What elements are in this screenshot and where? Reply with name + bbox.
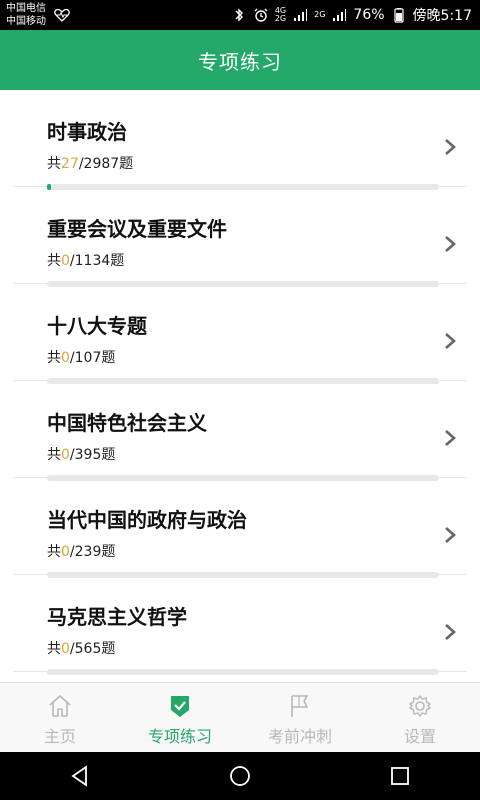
status-bar: 中国电信 中国移动 4G 2G 2G 76% 傍晚5:17 [0, 0, 480, 30]
total-count: /107题 [69, 350, 116, 366]
topic-item[interactable]: 马克思主义哲学 共0/565题 [13, 575, 467, 675]
carrier-labels: 中国电信 中国移动 [6, 2, 46, 28]
topic-item[interactable]: 中国特色社会主义 共0/395题 [13, 381, 467, 481]
network-type-2: 2G [314, 11, 325, 19]
alarm-icon [254, 8, 268, 22]
clock: 傍晚5:17 [412, 8, 472, 24]
chevron-right-icon [445, 139, 456, 155]
total-count: /239题 [69, 544, 116, 560]
topic-item[interactable]: 重要会议及重要文件 共0/1134题 [13, 187, 467, 287]
count-prefix: 共 [47, 156, 61, 172]
topic-item[interactable]: 当代中国的政府与政治 共0/239题 [13, 478, 467, 578]
bluetooth-icon [235, 8, 243, 22]
topic-count: 共0/395题 [47, 444, 115, 464]
done-count: 0 [61, 253, 70, 269]
done-count: 0 [61, 350, 70, 366]
page-header: 专项练习 [0, 30, 480, 90]
topic-progress-bar [47, 669, 439, 675]
topic-count: 共0/107题 [47, 347, 115, 367]
tab-label: 专项练习 [147, 727, 212, 746]
tab-final-sprint[interactable]: 考前冲刺 [240, 683, 360, 753]
count-prefix: 共 [47, 350, 61, 366]
topic-title: 当代中国的政府与政治 [47, 508, 247, 532]
signal-icon-1 [294, 9, 308, 21]
topic-count: 共0/565题 [47, 638, 115, 658]
shield-check-icon [171, 696, 189, 717]
home-circle-icon[interactable] [228, 764, 252, 788]
carrier-1: 中国电信 [6, 3, 46, 14]
home-icon [49, 694, 71, 717]
bottom-tab-bar: 主页 专项练习 考前冲刺 设置 [0, 682, 480, 753]
total-count: /1134题 [69, 253, 125, 269]
health-heart-icon [54, 8, 70, 22]
tab-settings[interactable]: 设置 [360, 683, 480, 753]
done-count: 0 [61, 447, 70, 463]
back-icon[interactable] [68, 764, 92, 788]
topic-count: 共0/1134题 [47, 250, 124, 270]
tab-special-practice[interactable]: 专项练习 [120, 683, 240, 753]
topic-title: 重要会议及重要文件 [47, 217, 227, 241]
topic-item[interactable]: 十八大专题 共0/107题 [13, 284, 467, 384]
flag-icon [291, 695, 309, 717]
done-count: 0 [61, 544, 70, 560]
chevron-right-icon [445, 624, 456, 640]
count-prefix: 共 [47, 253, 61, 269]
chevron-right-icon [445, 236, 456, 252]
signal-icon-2 [333, 9, 347, 21]
tab-label: 考前冲刺 [267, 727, 332, 746]
done-count: 27 [61, 156, 79, 172]
total-count: /2987题 [78, 156, 134, 172]
gear-icon [408, 694, 432, 718]
topic-title: 十八大专题 [47, 314, 147, 338]
chevron-right-icon [445, 333, 456, 349]
tab-label: 主页 [43, 727, 76, 746]
recent-apps-icon[interactable] [388, 764, 412, 788]
topic-title: 时事政治 [47, 120, 127, 144]
tab-home[interactable]: 主页 [0, 683, 120, 753]
battery-level: 76% [353, 7, 385, 23]
topic-list: 时事政治 共27/2987题 重要会议及重要文件 共0/1134题 十八大专题 … [0, 90, 480, 682]
tab-label: 设置 [403, 727, 436, 746]
total-count: /565题 [69, 641, 116, 657]
page-title: 专项练习 [198, 49, 282, 74]
count-prefix: 共 [47, 641, 61, 657]
carrier-2: 中国移动 [6, 16, 46, 27]
count-prefix: 共 [47, 544, 61, 560]
done-count: 0 [61, 641, 70, 657]
total-count: /395题 [69, 447, 116, 463]
chevron-right-icon [445, 527, 456, 543]
network-type-1: 4G 2G [275, 7, 286, 23]
topic-title: 中国特色社会主义 [47, 411, 207, 435]
topic-count: 共0/239题 [47, 541, 115, 561]
count-prefix: 共 [47, 447, 61, 463]
battery-icon [393, 8, 404, 23]
topic-title: 马克思主义哲学 [47, 605, 187, 629]
chevron-right-icon [445, 430, 456, 446]
topic-count: 共27/2987题 [47, 153, 133, 173]
topic-item[interactable]: 时事政治 共27/2987题 [13, 90, 467, 190]
system-nav-bar [0, 752, 480, 800]
network-label-2: 2G [274, 14, 287, 23]
network-label-3: 2G [314, 10, 326, 19]
